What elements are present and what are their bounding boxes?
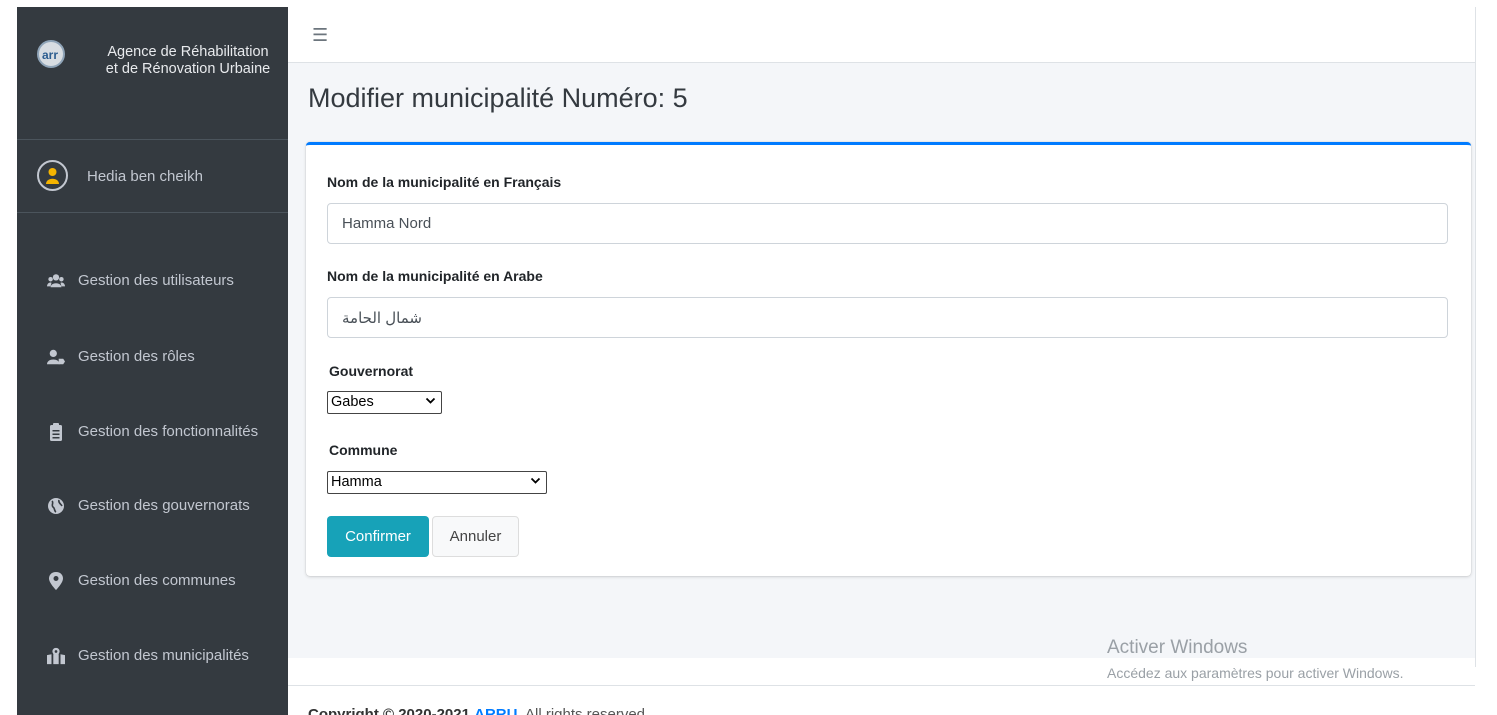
content-wrapper: Modifier municipalité Numéro: 5 Nom de l…: [288, 63, 1475, 658]
sidebar-item-label: Gestion des municipalités: [78, 647, 249, 664]
arru-logo: arr: [37, 40, 65, 68]
map-marked-icon: [47, 647, 65, 665]
sidebar-item-roles[interactable]: Gestion des rôles: [17, 339, 288, 375]
brand-text: Agence de Réhabilitation et de Rénovatio…: [93, 44, 283, 78]
footer-copyright: Copyright © 2020-2021 ARRU. All rights r…: [308, 706, 649, 715]
gouvernorat-select[interactable]: Gabes: [327, 391, 442, 414]
gouvernorat-selected-value: Gabes: [331, 394, 374, 410]
commune-label: Commune: [329, 442, 398, 458]
commune-select[interactable]: Hamma: [327, 471, 547, 494]
sidebar-item-label: Gestion des utilisateurs: [78, 272, 234, 289]
clipboard-list-icon: [50, 423, 62, 441]
hamburger-icon[interactable]: ☰: [312, 25, 328, 46]
activation-watermark-subtitle: Accédez aux paramètres pour activer Wind…: [1107, 665, 1404, 681]
sidebar-item-label: Gestion des fonctionnalités: [78, 423, 259, 440]
footer: Copyright © 2020-2021 ARRU. All rights r…: [288, 685, 1475, 715]
user-panel[interactable]: Hedia ben cheikh: [17, 140, 288, 213]
globe-icon: [48, 498, 64, 514]
sidebar-item-communes[interactable]: Gestion des communes: [17, 563, 288, 599]
users-icon: [47, 274, 65, 288]
confirm-button[interactable]: Confirmer: [327, 516, 429, 557]
gouvernorat-label: Gouvernorat: [329, 363, 414, 379]
sidebar-item-label: Gestion des gouvernorats: [78, 497, 250, 514]
sidebar-item-municipalites[interactable]: Gestion des municipalités: [17, 638, 288, 674]
svg-text:arr: arr: [42, 48, 58, 62]
activation-watermark-title: Activer Windows: [1107, 637, 1248, 658]
user-name[interactable]: Hedia ben cheikh: [87, 168, 203, 185]
footer-link[interactable]: ARRU: [474, 706, 517, 715]
content-right-border: [1475, 7, 1476, 667]
sidebar-item-gouvernorats[interactable]: Gestion des gouvernorats: [17, 488, 288, 524]
sidebar-item-label: Gestion des rôles: [78, 348, 195, 365]
user-tag-icon: [47, 349, 65, 365]
brand-line-1: Agence de Réhabilitation: [107, 44, 269, 60]
top-navbar: ☰: [288, 7, 1476, 63]
chevron-down-icon: [530, 477, 541, 484]
nom-fr-label: Nom de la municipalité en Français: [327, 174, 562, 190]
page-title: Modifier municipalité Numéro: 5: [308, 83, 688, 113]
avatar: [37, 160, 68, 191]
nom-fr-input[interactable]: [327, 203, 1448, 244]
nom-ar-label: Nom de la municipalité en Arabe: [327, 268, 543, 284]
brand-link[interactable]: arr Agence de Réhabilitation et de Rénov…: [17, 7, 288, 140]
sidebar-item-label: Gestion des communes: [78, 572, 236, 589]
sidebar-item-fonctionnalites[interactable]: Gestion des fonctionnalités: [17, 414, 288, 450]
edit-municipalite-card: Nom de la municipalité en Français Nom d…: [306, 142, 1471, 576]
cancel-button[interactable]: Annuler: [432, 516, 519, 557]
sidebar: arr Agence de Réhabilitation et de Rénov…: [17, 7, 288, 715]
footer-suffix: All rights reserved.: [524, 706, 650, 715]
brand-line-2: et de Rénovation Urbaine: [105, 61, 271, 77]
nom-ar-input[interactable]: [327, 297, 1448, 338]
commune-selected-value: Hamma: [331, 474, 382, 490]
chevron-down-icon: [425, 397, 436, 404]
map-marker-icon: [49, 572, 63, 590]
footer-prefix: Copyright © 2020-2021: [308, 706, 470, 715]
sidebar-item-utilisateurs[interactable]: Gestion des utilisateurs: [17, 263, 288, 299]
